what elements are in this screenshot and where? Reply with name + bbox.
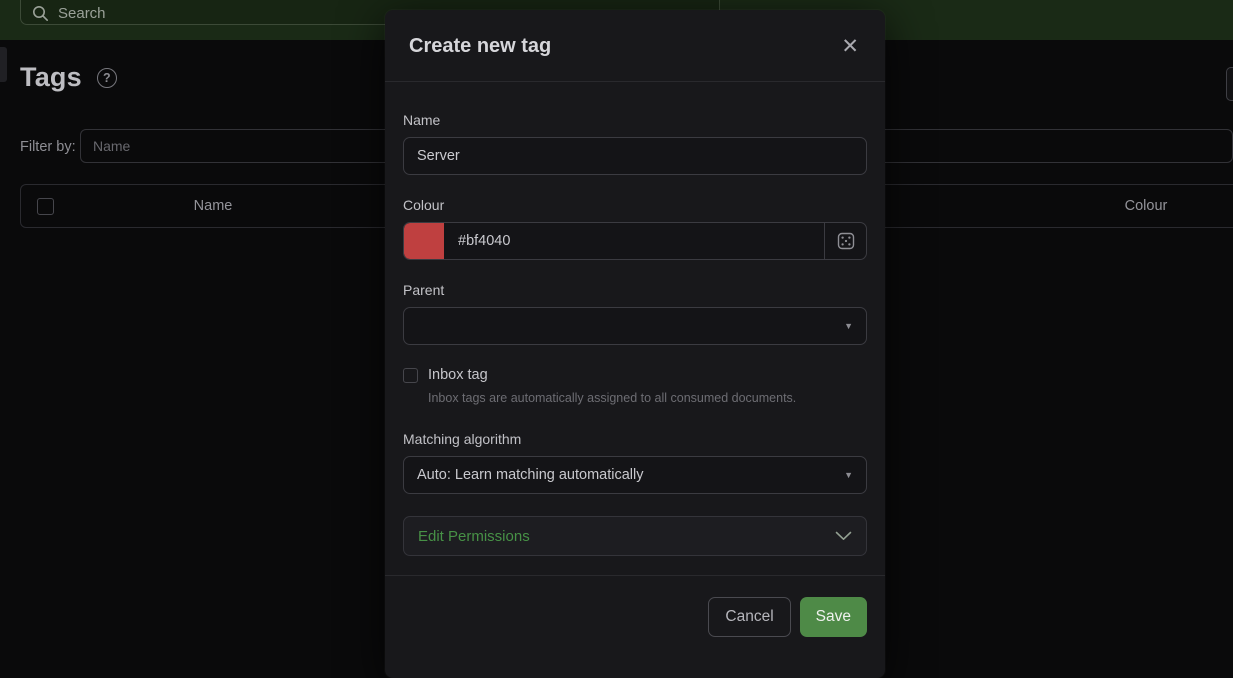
name-label: Name [403, 112, 867, 128]
edit-permissions-label: Edit Permissions [418, 528, 530, 545]
edit-permissions-accordion[interactable]: Edit Permissions [403, 516, 867, 556]
page-title: Tags [20, 62, 82, 93]
caret-down-icon: ▼ [844, 470, 853, 480]
matching-select-value: Auto: Learn matching automatically [417, 467, 644, 483]
help-icon[interactable]: ? [97, 68, 117, 88]
column-header-colour[interactable]: Colour [1096, 198, 1196, 214]
name-field: Name [403, 112, 867, 175]
app-window: Tags ? Filter by: Name Colour Create new… [0, 0, 1233, 678]
search-icon [32, 5, 49, 22]
filter-by-label: Filter by: [20, 139, 76, 155]
colour-hex-input[interactable] [444, 223, 824, 259]
page-header: Tags ? [20, 62, 117, 93]
inbox-tag-row: Inbox tag [403, 367, 867, 383]
dialog-footer: Cancel Save [385, 575, 885, 637]
inbox-tag-checkbox[interactable] [403, 368, 418, 383]
colour-field: Colour [403, 197, 867, 260]
sidebar-edge [0, 47, 7, 82]
colour-input-group [403, 222, 867, 260]
select-all-checkbox[interactable] [37, 198, 54, 215]
caret-down-icon: ▼ [844, 321, 853, 331]
close-icon[interactable]: ✕ [837, 34, 863, 59]
parent-select[interactable]: ▼ [403, 307, 867, 345]
dialog-body: Name Colour [385, 82, 885, 556]
dialog-title: Create new tag [409, 35, 551, 58]
tag-name-input[interactable] [403, 137, 867, 175]
chevron-down-icon [835, 531, 852, 541]
save-button[interactable]: Save [800, 597, 867, 637]
colour-swatch [404, 223, 444, 259]
dialog-header: Create new tag ✕ [385, 10, 885, 82]
dice-icon [837, 232, 855, 250]
random-colour-button[interactable] [824, 223, 866, 259]
matching-label: Matching algorithm [403, 431, 867, 447]
column-header-name[interactable]: Name [163, 198, 263, 214]
parent-field: Parent ▼ [403, 282, 867, 345]
parent-label: Parent [403, 282, 867, 298]
cancel-button[interactable]: Cancel [708, 597, 790, 637]
matching-field: Matching algorithm Auto: Learn matching … [403, 431, 867, 494]
inbox-tag-field: Inbox tag Inbox tags are automatically a… [403, 367, 867, 405]
inbox-tag-hint: Inbox tags are automatically assigned to… [428, 391, 867, 405]
create-tag-dialog: Create new tag ✕ Name Colour [385, 10, 885, 678]
matching-algorithm-select[interactable]: Auto: Learn matching automatically ▼ [403, 456, 867, 494]
colour-label: Colour [403, 197, 867, 213]
inbox-tag-label[interactable]: Inbox tag [428, 367, 488, 383]
scrollbar-thumb[interactable] [1226, 67, 1233, 101]
